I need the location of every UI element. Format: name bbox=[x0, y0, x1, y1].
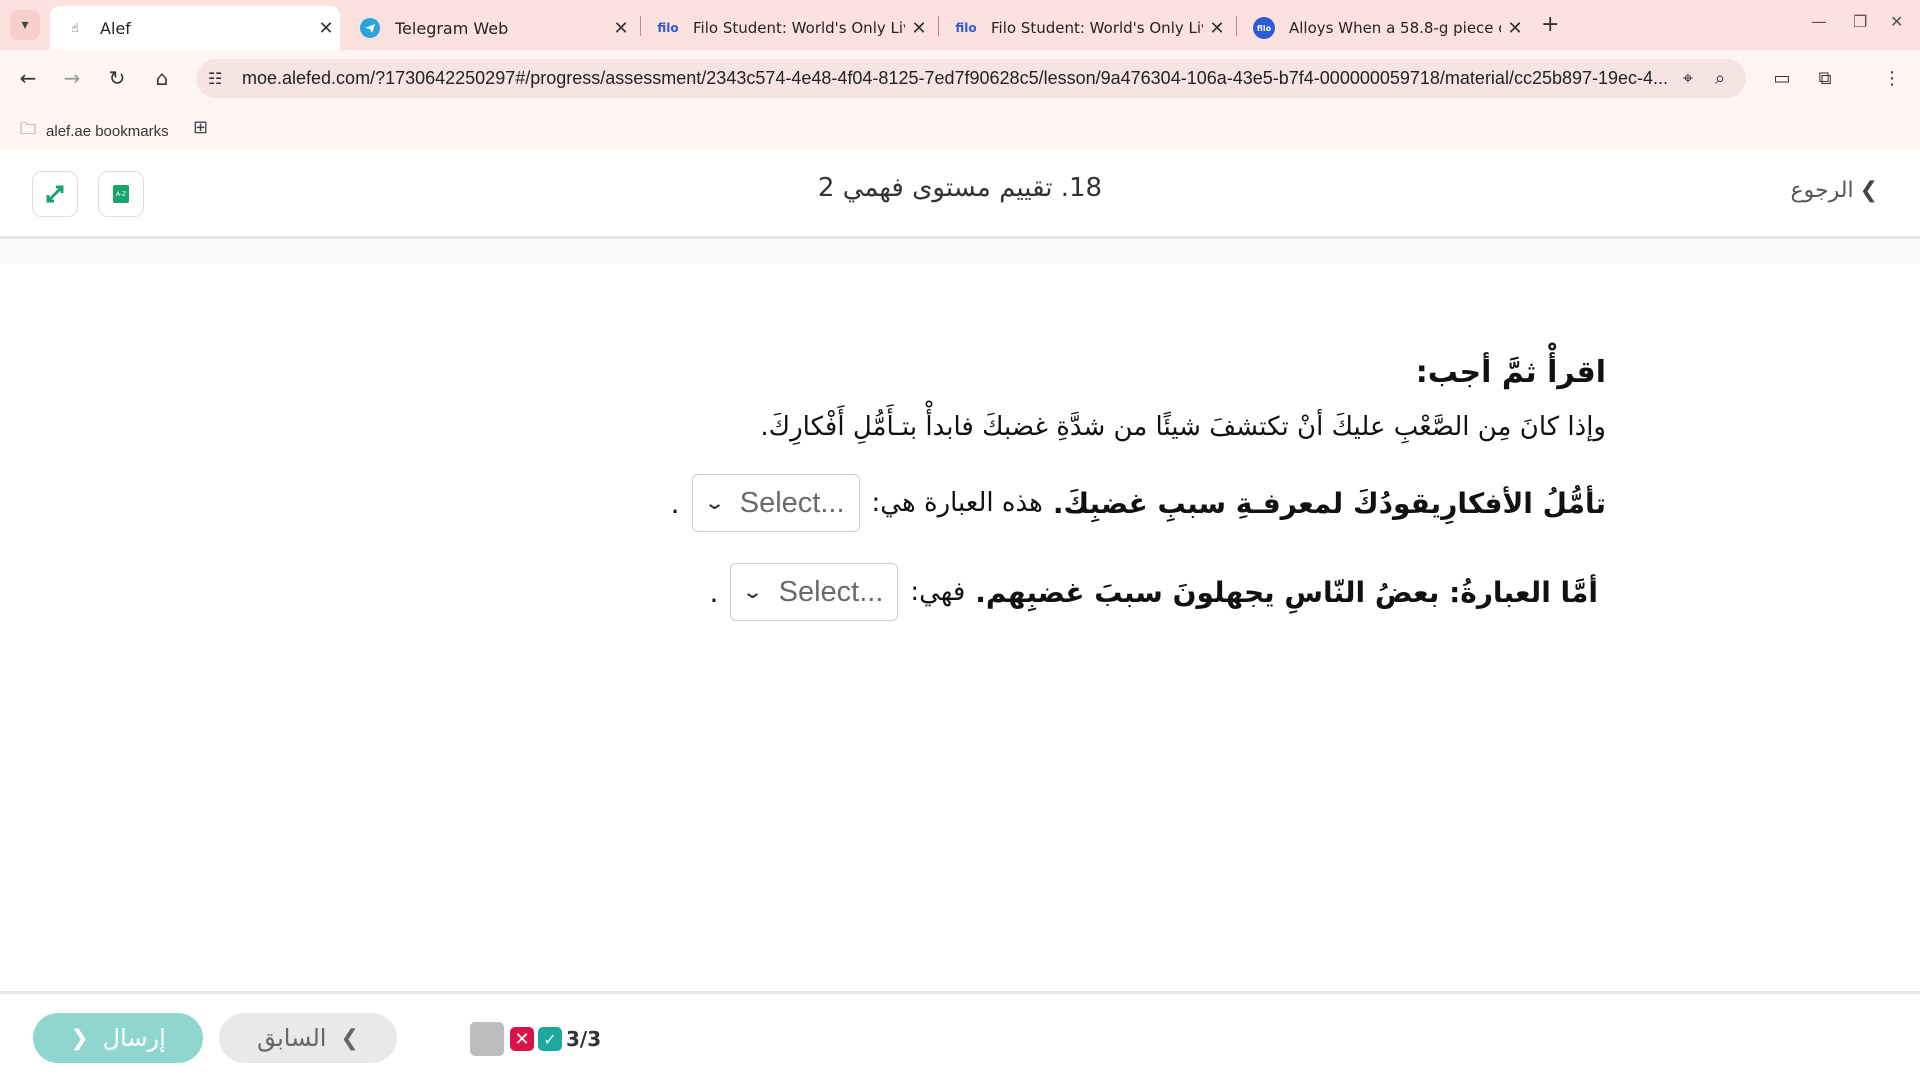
close-tab-icon[interactable]: ✕ bbox=[1203, 18, 1231, 39]
progress-square bbox=[470, 1022, 504, 1056]
tab-separator bbox=[938, 16, 939, 36]
apps-grid-icon[interactable]: ⊞ bbox=[193, 117, 208, 138]
fullscreen-button[interactable] bbox=[32, 171, 78, 217]
previous-label: السابق bbox=[257, 1024, 327, 1052]
tab-title: Filo Student: World's Only Live I bbox=[693, 19, 905, 37]
question-passage: وإذا كانَ مِن الصَّعْبِ عليكَ أنْ تكتشفَ… bbox=[760, 412, 1606, 442]
location-pin-icon[interactable]: ⌖ bbox=[1672, 68, 1704, 89]
tab-title: Alef bbox=[100, 18, 131, 38]
tab-title: Alloys When a 58.8-g piece of h bbox=[1289, 19, 1501, 37]
cast-icon[interactable]: ▭ bbox=[1767, 63, 1797, 93]
telegram-icon bbox=[359, 17, 381, 39]
answer-2-placeholder: Select... bbox=[778, 575, 884, 608]
dictionary-icon: A-Z bbox=[113, 185, 129, 203]
folder-icon: 🗀 bbox=[20, 121, 37, 138]
new-tab-plus-icon[interactable]: + bbox=[1541, 12, 1559, 37]
progress-count: 3/3 bbox=[566, 1027, 602, 1051]
site-info-icon[interactable]: ☷ bbox=[208, 69, 228, 88]
close-tab-icon[interactable]: ✕ bbox=[1501, 18, 1529, 39]
tab-alef[interactable]: ☝ Alef ✕ bbox=[50, 6, 340, 50]
forward-arrow-icon[interactable]: → bbox=[57, 63, 87, 93]
svg-text:filo: filo bbox=[1257, 24, 1272, 33]
bookmark-folder[interactable]: 🗀 alef.ae bookmarks bbox=[20, 118, 169, 145]
chevron-down-icon: ⌄ bbox=[703, 492, 725, 514]
svg-text:A-Z: A-Z bbox=[116, 191, 126, 198]
tab-filo-1[interactable]: filo Filo Student: World's Only Live I ✕ bbox=[643, 6, 933, 50]
statement-2: أمَّا العبارةُ: بعضُ النّاسِ يجهلونَ سبب… bbox=[975, 575, 1598, 609]
chevron-left-icon: ❮ bbox=[70, 1025, 89, 1051]
close-tab-icon[interactable]: ✕ bbox=[607, 18, 635, 39]
bookmark-label: alef.ae bookmarks bbox=[46, 123, 169, 140]
period: . bbox=[670, 486, 680, 520]
progress-indicator: ✕ ✓ 3/3 bbox=[470, 1022, 601, 1056]
statement-2-prompt: فهي: bbox=[910, 577, 966, 607]
answer-1-dropdown[interactable]: ⌄ Select... bbox=[691, 474, 860, 532]
question-instruction: اقرأْ ثمَّ أجب: bbox=[1415, 355, 1606, 390]
page-title: 18. تقييم مستوى فهمي 2 bbox=[817, 173, 1103, 203]
filo-icon: filo bbox=[955, 21, 977, 35]
submit-label: إرسال bbox=[102, 1024, 166, 1052]
statement-1: تأمُّلُ الأفكارِيقودُكَ لمعرفـةِ سببِ غض… bbox=[1052, 486, 1606, 520]
chevron-right-icon: ❯ bbox=[1859, 178, 1878, 203]
back-label: الرجوع bbox=[1790, 178, 1854, 203]
tab-title: Telegram Web bbox=[395, 18, 509, 38]
question-line-2: أمَّا العبارةُ: بعضُ النّاسِ يجهلونَ سبب… bbox=[709, 563, 1598, 621]
home-icon[interactable]: ⌂ bbox=[147, 63, 177, 93]
address-bar[interactable]: ☷ moe.alefed.com/?1730642250297#/progres… bbox=[196, 59, 1746, 98]
extensions-icon[interactable]: ⧉ bbox=[1810, 63, 1840, 93]
wrong-mark-icon: ✕ bbox=[510, 1027, 534, 1051]
back-link[interactable]: ❯ الرجوع bbox=[1791, 178, 1878, 203]
filo-icon: filo bbox=[657, 21, 679, 35]
check-mark-icon: ✓ bbox=[538, 1027, 562, 1051]
close-window-icon[interactable]: ✕ bbox=[1890, 12, 1903, 31]
previous-button[interactable]: ❯ السابق bbox=[219, 1013, 397, 1063]
statement-1-prompt: هذه العبارة هي: bbox=[871, 488, 1043, 518]
tab-separator bbox=[640, 16, 641, 36]
chevron-right-icon: ❯ bbox=[340, 1025, 359, 1051]
close-tab-icon[interactable]: ✕ bbox=[905, 18, 933, 39]
filo-circle-icon: filo bbox=[1253, 17, 1275, 39]
zoom-icon[interactable]: ⌕ bbox=[1704, 68, 1736, 89]
question-line-1: تأمُّلُ الأفكارِيقودُكَ لمعرفـةِ سببِ غض… bbox=[671, 474, 1606, 532]
glossary-button[interactable]: A-Z bbox=[98, 171, 144, 217]
hand-icon: ☝ bbox=[71, 21, 79, 35]
answer-2-dropdown[interactable]: ⌄ Select... bbox=[730, 563, 899, 621]
tab-separator bbox=[1236, 16, 1237, 36]
url-text[interactable]: moe.alefed.com/?1730642250297#/progress/… bbox=[242, 68, 1672, 89]
expand-icon bbox=[46, 185, 64, 203]
answer-1-placeholder: Select... bbox=[739, 486, 845, 519]
minimize-icon[interactable]: — bbox=[1811, 12, 1827, 31]
tab-search-button[interactable]: ▾ bbox=[10, 10, 40, 40]
menu-kebab-icon[interactable]: ⋮ bbox=[1877, 63, 1907, 93]
reload-icon[interactable]: ↻ bbox=[102, 63, 132, 93]
content-top-band bbox=[0, 239, 1920, 264]
tab-alloys[interactable]: filo Alloys When a 58.8-g piece of h ✕ bbox=[1239, 6, 1529, 50]
bookmarks-bar bbox=[0, 108, 1920, 150]
chevron-down-icon: ⌄ bbox=[742, 581, 764, 603]
tab-telegram[interactable]: Telegram Web ✕ bbox=[345, 6, 635, 50]
tab-filo-2[interactable]: filo Filo Student: World's Only Live I ✕ bbox=[941, 6, 1231, 50]
period: . bbox=[709, 575, 719, 609]
restore-icon[interactable]: ❐ bbox=[1853, 12, 1867, 31]
tab-title: Filo Student: World's Only Live I bbox=[991, 19, 1203, 37]
close-tab-icon[interactable]: ✕ bbox=[312, 18, 340, 39]
submit-button[interactable]: إرسال ❮ bbox=[33, 1013, 203, 1063]
back-arrow-icon[interactable]: ← bbox=[13, 63, 43, 93]
